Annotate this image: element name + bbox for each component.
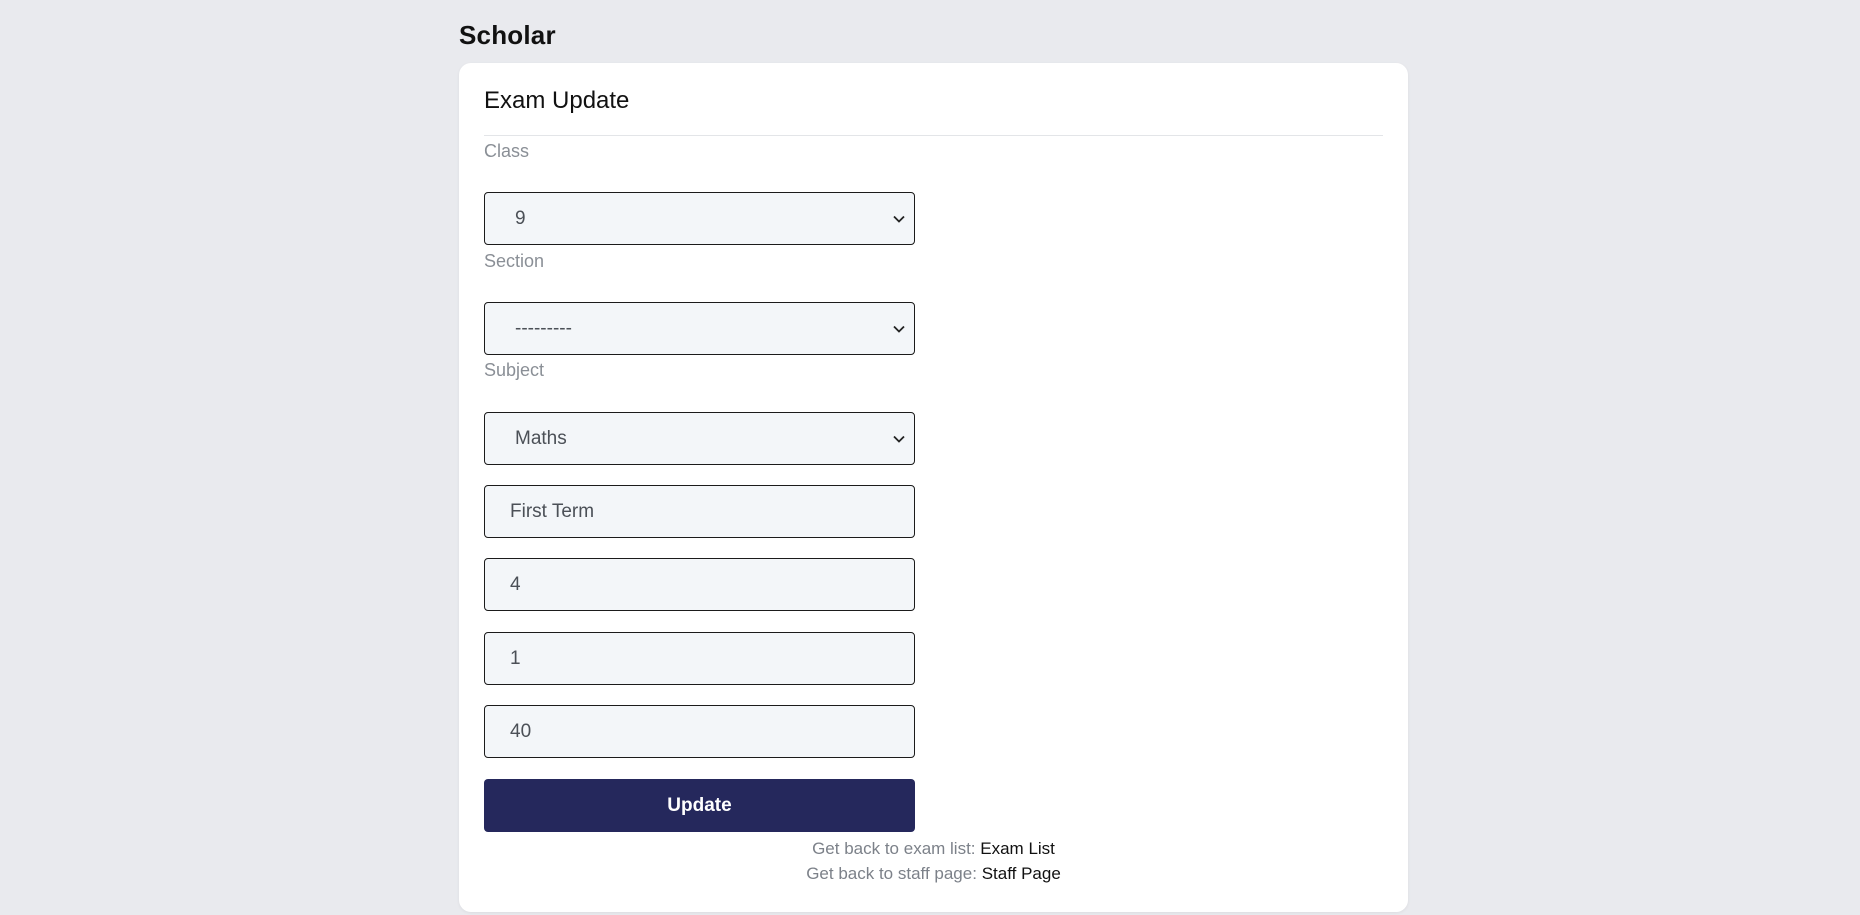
class-select-value: 9	[515, 207, 526, 229]
exam-update-card: Exam Update Class 9 Section --------- Su…	[459, 63, 1408, 912]
exam-list-link[interactable]: Exam List	[980, 839, 1055, 858]
exam-list-prefix: Get back to exam list:	[812, 839, 976, 858]
app-brand: Scholar	[459, 20, 556, 50]
staff-page-prefix: Get back to staff page:	[806, 864, 977, 883]
staff-page-line: Get back to staff page: Staff Page	[459, 864, 1408, 884]
class-select[interactable]: 9	[484, 192, 915, 245]
chevron-down-icon	[893, 215, 905, 223]
page-title: Exam Update	[484, 87, 630, 114]
exam-field-2-value: 4	[510, 573, 521, 595]
class-label: Class	[484, 141, 530, 161]
subject-label: Subject	[484, 360, 545, 380]
subject-select[interactable]: Maths	[484, 412, 915, 465]
chevron-down-icon	[893, 325, 905, 333]
staff-page-link[interactable]: Staff Page	[982, 864, 1061, 883]
title-divider	[484, 135, 1383, 136]
section-select[interactable]: ---------	[484, 302, 915, 355]
exam-field-2-input[interactable]: 4	[484, 558, 915, 611]
subject-select-value: Maths	[515, 427, 567, 449]
exam-field-4-input[interactable]: 40	[484, 705, 915, 758]
update-button[interactable]: Update	[484, 779, 915, 832]
exam-term-value: First Term	[510, 500, 595, 522]
exam-term-input[interactable]: First Term	[484, 485, 915, 538]
section-label: Section	[484, 251, 545, 271]
exam-field-4-value: 40	[510, 720, 532, 742]
exam-list-line: Get back to exam list: Exam List	[459, 839, 1408, 859]
exam-field-3-value: 1	[510, 647, 521, 669]
section-select-value: ---------	[515, 317, 572, 339]
chevron-down-icon	[893, 435, 905, 443]
exam-field-3-input[interactable]: 1	[484, 632, 915, 685]
